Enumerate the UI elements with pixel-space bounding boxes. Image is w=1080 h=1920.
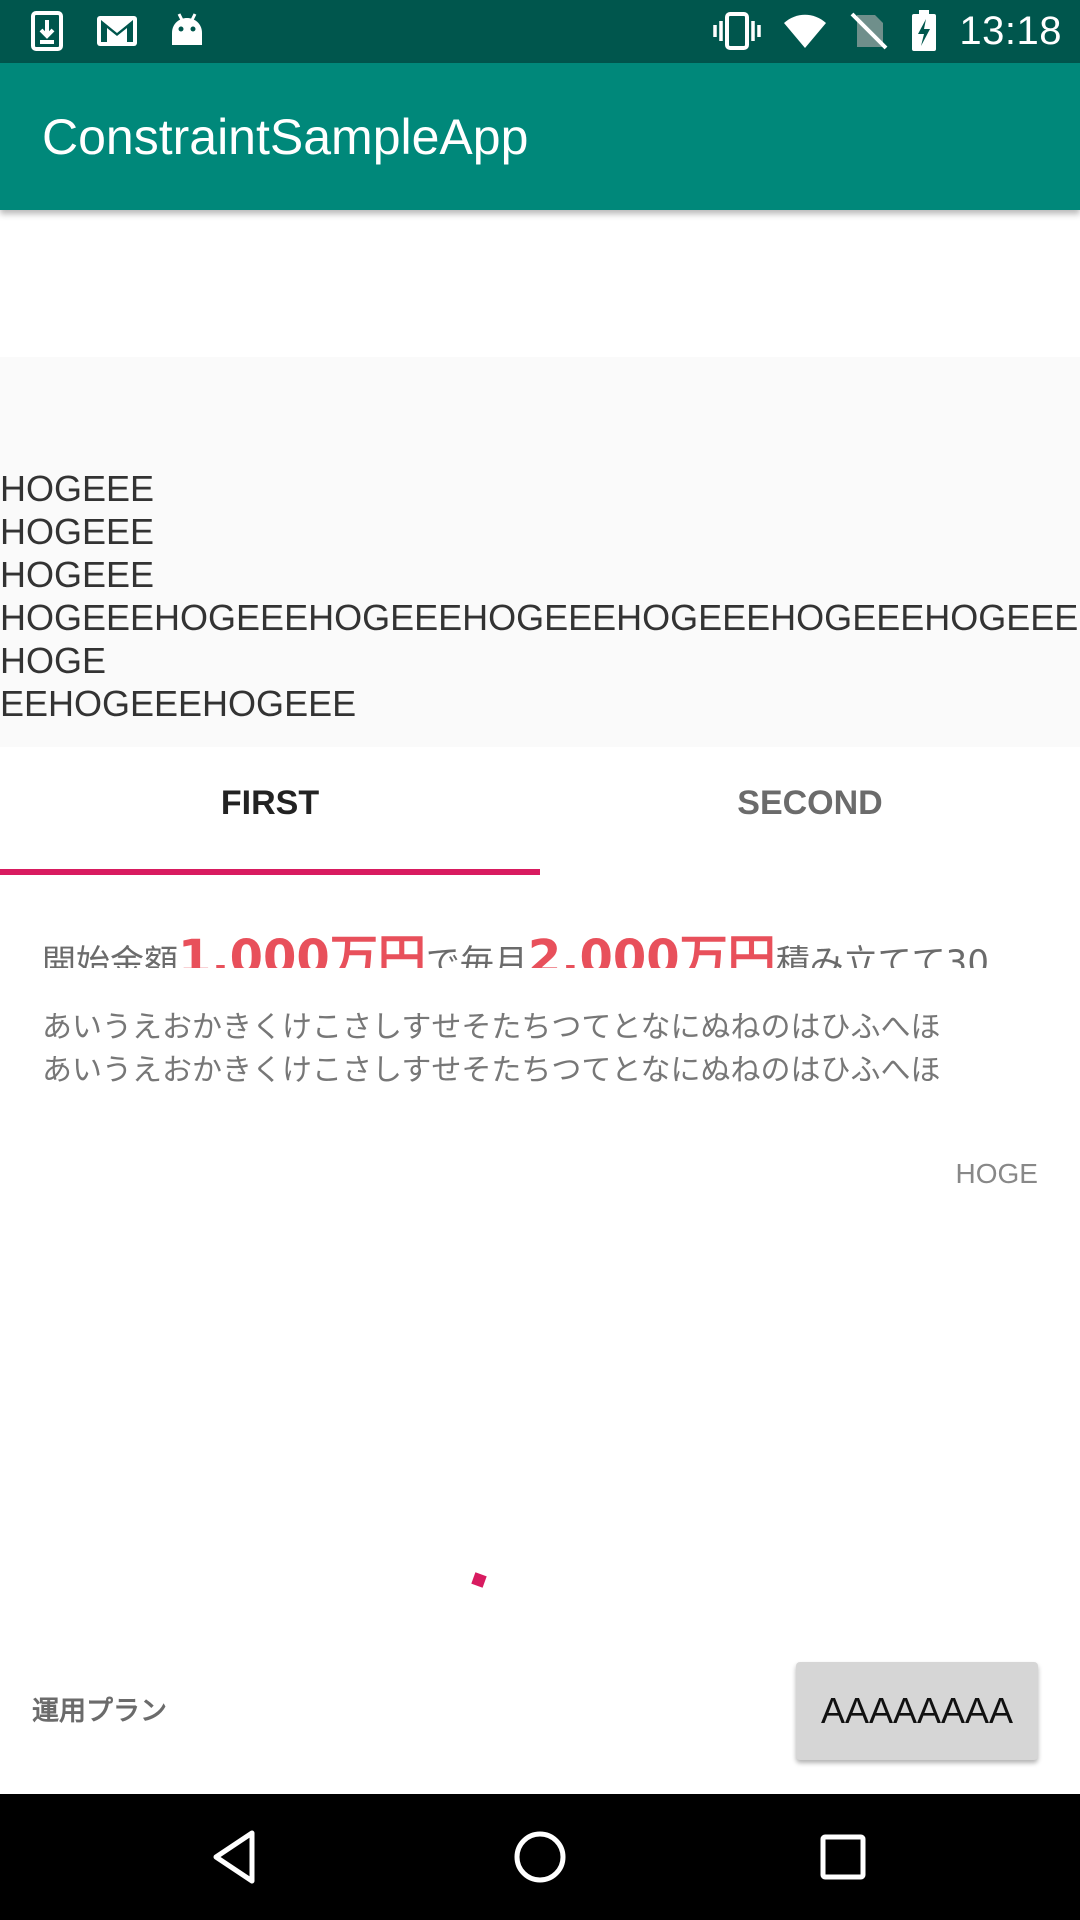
status-left-icons	[30, 10, 204, 52]
no-sim-icon	[849, 11, 889, 51]
action-button[interactable]: AAAAAAAA	[796, 1662, 1038, 1760]
app-title: ConstraintSampleApp	[42, 108, 529, 165]
gmail-icon	[96, 15, 138, 47]
tab-bar: FIRST SECOND	[0, 747, 1080, 875]
progress-spinner	[471, 1572, 487, 1588]
hoge-link[interactable]: HOGE	[956, 1158, 1038, 1190]
navigation-bar	[0, 1794, 1080, 1920]
tab-second[interactable]: SECOND	[540, 747, 1080, 875]
status-right-icons: 13:18	[713, 8, 1062, 53]
amount-prefix: 開始金額	[42, 943, 178, 968]
amount-middle: で毎月	[425, 943, 528, 968]
home-icon[interactable]	[510, 1827, 570, 1887]
amount-summary: 開始金額1,000万円で毎月2,000万円積み立てて30	[42, 918, 1042, 968]
tab-indicator	[0, 869, 540, 875]
initial-amount: 1,000万円	[178, 930, 426, 968]
hoge-panel: HOGEEE HOGEEE HOGEEE HOGEEEHOGEEEHOGEEEH…	[0, 357, 1080, 747]
plan-label: 運用プラン	[32, 1696, 167, 1727]
monthly-amount: 2,000万円	[527, 930, 776, 968]
hoge-text: HOGEEE HOGEEE HOGEEE HOGEEEHOGEEEHOGEEEH…	[0, 468, 1079, 724]
battery-charging-icon	[911, 10, 937, 52]
app-bar: ConstraintSampleApp	[0, 63, 1080, 210]
status-bar: 13:18	[0, 0, 1080, 63]
recents-icon[interactable]	[813, 1827, 873, 1887]
kana-text: あいうえおかきくけこさしすせそたちつてとなにぬねのはひふへほ あいうえおかきくけ…	[42, 1010, 941, 1088]
tab-second-label: SECOND	[737, 783, 883, 822]
tab-first-label: FIRST	[220, 783, 320, 822]
back-icon[interactable]	[206, 1827, 266, 1887]
wifi-icon	[783, 13, 827, 49]
amount-suffix: 積み立てて30	[775, 943, 989, 968]
vibrate-icon	[713, 11, 762, 51]
tab-first[interactable]: FIRST	[0, 747, 540, 875]
status-time: 13:18	[959, 8, 1062, 53]
android-icon	[170, 13, 204, 49]
download-icon	[30, 11, 64, 51]
